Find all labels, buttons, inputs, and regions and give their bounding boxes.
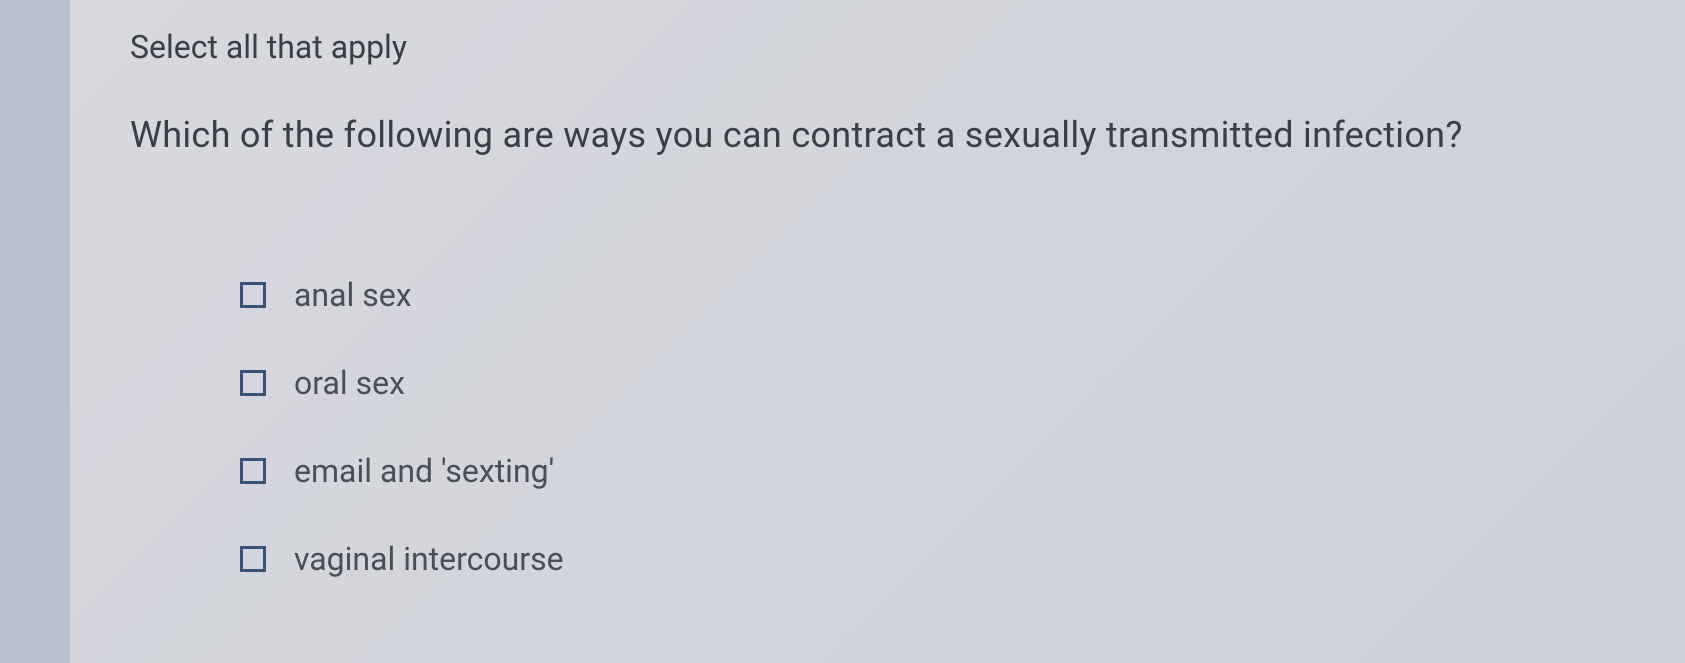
option-label: email and 'sexting' — [294, 452, 554, 490]
question-content: Select all that apply Which of the follo… — [70, 0, 1685, 663]
instruction-text: Select all that apply — [130, 28, 1625, 66]
question-text: Which of the following are ways you can … — [130, 114, 1625, 156]
options-list: anal sex oral sex email and 'sexting' va… — [130, 276, 1625, 578]
option-row: anal sex — [240, 276, 1625, 314]
option-row: oral sex — [240, 364, 1625, 402]
checkbox-option-4[interactable] — [240, 546, 266, 572]
checkbox-option-1[interactable] — [240, 282, 266, 308]
left-accent-bar — [0, 0, 70, 663]
option-label: vaginal intercourse — [294, 540, 564, 578]
checkbox-option-2[interactable] — [240, 370, 266, 396]
option-label: anal sex — [294, 276, 412, 314]
option-label: oral sex — [294, 364, 405, 402]
option-row: vaginal intercourse — [240, 540, 1625, 578]
checkbox-option-3[interactable] — [240, 458, 266, 484]
option-row: email and 'sexting' — [240, 452, 1625, 490]
